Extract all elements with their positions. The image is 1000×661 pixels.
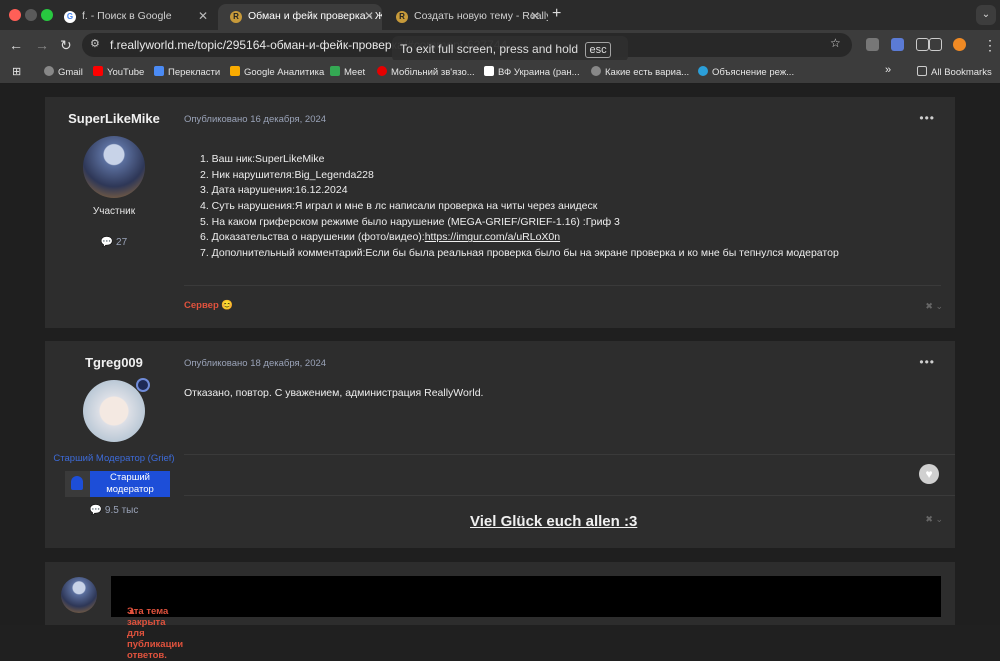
bookmark-vf[interactable]: ВФ Украина (ран...: [484, 66, 580, 78]
comment-icon: 💬: [100, 237, 114, 248]
smile-icon: 😊: [221, 300, 234, 311]
divider: [184, 285, 941, 286]
bookmark-translate[interactable]: Перекласти: [154, 66, 220, 78]
tab-title: Создать новую тему - Really: [414, 10, 548, 22]
divider: [184, 454, 955, 455]
member-rank[interactable]: Старший Модератор (Grief): [45, 452, 183, 465]
profile-avatar[interactable]: [953, 38, 966, 51]
badge-label: Старший модератор: [90, 471, 170, 497]
tab-create-topic[interactable]: R Создать новую тему - Really ✕: [384, 4, 548, 30]
moderator-badge-icon: [136, 378, 150, 392]
reallyworld-icon: R: [230, 11, 242, 23]
report-line: 2. Ник нарушителя:Big_Legenda228: [200, 168, 374, 181]
all-bookmarks[interactable]: All Bookmarks: [917, 66, 992, 78]
report-line: 5. На каком гриферском режиме было наруш…: [200, 215, 620, 228]
bookmark-analytics[interactable]: Google Аналитика: [230, 66, 324, 78]
author-name[interactable]: SuperLikeMike: [45, 111, 183, 126]
bookmark-variants[interactable]: Какие есть вариа...: [591, 66, 689, 78]
reload-icon[interactable]: ↻: [60, 37, 72, 53]
forum-post: SuperLikeMike Участник 💬 27 Опубликовано…: [45, 97, 955, 328]
menu-icon[interactable]: ⋮: [983, 37, 997, 53]
minimize-window-button[interactable]: [25, 9, 37, 21]
post-author: Tgreg009 Старший Модератор (Grief) Старш…: [45, 341, 183, 516]
post-count: 💬 9.5 тыс: [89, 505, 139, 516]
new-tab-button[interactable]: +: [552, 5, 561, 23]
edge-icon: [698, 66, 708, 76]
forum-post: Tgreg009 Старший Модератор (Grief) Старш…: [45, 341, 955, 548]
post-date[interactable]: Опубликовано 16 декабря, 2024: [184, 114, 326, 125]
translate-icon: [154, 66, 164, 76]
closed-notice: ▲ Эта тема закрыта для публикации ответо…: [111, 576, 941, 661]
avatar[interactable]: [83, 136, 145, 198]
fullscreen-tip-text: To exit full screen, press and hold: [400, 42, 579, 56]
close-window-button[interactable]: [9, 9, 21, 21]
report-post-icon[interactable]: ✖ ⌄: [925, 514, 943, 525]
reallyworld-icon: R: [396, 11, 408, 23]
bookmark-star-icon[interactable]: ☆: [830, 36, 841, 50]
author-name[interactable]: Tgreg009: [45, 355, 183, 370]
tab-bar: G f. - Поиск в Google ✕ R Обман и фейк п…: [0, 0, 1000, 30]
google-icon: G: [64, 11, 76, 23]
apps-icon[interactable]: ⊞: [12, 65, 21, 78]
comment-icon: 💬: [89, 505, 103, 516]
extension-icon[interactable]: [866, 38, 879, 51]
tab-title: Обман и фейк проверка - Ж: [248, 10, 382, 22]
reply-text: Отказано, повтор. С уважением, администр…: [184, 387, 484, 399]
bookmark-youtube[interactable]: YouTube: [93, 66, 144, 78]
report-line: 1. Ваш ник:SuperLikeMike: [200, 153, 325, 165]
post-author: SuperLikeMike Участник 💬 27: [45, 97, 183, 248]
wikipedia-icon: [484, 66, 494, 76]
report-line: 4. Суть нарушения:Я играл и мне в лс нап…: [200, 200, 598, 213]
globe-icon: [44, 66, 54, 76]
bookmarks-bar: ⊞ Gmail YouTube Перекласти Google Аналит…: [0, 60, 1000, 84]
group-badge: Старший модератор: [65, 471, 170, 497]
back-icon[interactable]: ←: [9, 37, 23, 53]
bookmark-mobile[interactable]: Мобільний зв'язо...: [377, 66, 475, 78]
bookmark-meet[interactable]: Meet: [330, 66, 365, 78]
divider: [184, 495, 955, 496]
sidebar-icon[interactable]: [929, 38, 942, 51]
folder-icon: [917, 66, 927, 76]
avatar-wrap: [83, 378, 150, 442]
signature: Viel Glück euch allen :3: [470, 513, 638, 530]
report-line: 7. Дополнительный комментарий:Если бы бы…: [200, 247, 839, 260]
avatar[interactable]: [83, 380, 145, 442]
report-list: 1. Ваш ник:SuperLikeMike 2. Ник нарушите…: [200, 153, 839, 263]
tab-title: f. - Поиск в Google: [82, 10, 172, 22]
more-options-icon[interactable]: •••: [919, 111, 935, 125]
report-post-icon[interactable]: ✖ ⌄: [925, 301, 943, 312]
extensions-puzzle-icon[interactable]: [916, 38, 929, 51]
bookmark-gmail[interactable]: Gmail: [44, 66, 83, 78]
more-options-icon[interactable]: •••: [919, 355, 935, 369]
esc-key: esc: [585, 42, 611, 58]
post-count: 💬 27: [100, 237, 128, 248]
tab-fake-check[interactable]: R Обман и фейк проверка - Ж ✕: [218, 4, 382, 30]
avatar[interactable]: [61, 577, 97, 613]
report-line: 3. Дата нарушения:16.12.2024: [200, 184, 348, 197]
vodafone-icon: [377, 66, 387, 76]
close-tab-icon[interactable]: ✕: [364, 9, 374, 23]
tab-search-icon[interactable]: ⌄: [976, 5, 996, 25]
site-info-icon[interactable]: ⚙: [90, 37, 100, 50]
analytics-icon: [230, 66, 240, 76]
fullscreen-tip: To exit full screen, press and hold esc: [392, 36, 628, 62]
forward-icon[interactable]: →: [35, 37, 49, 53]
member-rank: Участник: [92, 206, 136, 217]
youtube-icon: [93, 66, 103, 76]
bookmark-explain[interactable]: Объяснение реж...: [698, 66, 794, 78]
forum-page: SuperLikeMike Участник 💬 27 Опубликовано…: [0, 84, 1000, 661]
globe-icon: [591, 66, 601, 76]
server-label: Сервер 😊: [184, 300, 234, 311]
report-line: 6. Доказательства о нарушении (фото/виде…: [200, 231, 561, 244]
meet-icon: [330, 66, 340, 76]
post-date[interactable]: Опубликовано 18 декабря, 2024: [184, 358, 326, 369]
extension-icon[interactable]: [891, 38, 904, 51]
more-bookmarks-icon[interactable]: »: [885, 64, 891, 76]
tab-google-search[interactable]: G f. - Поиск в Google ✕: [52, 4, 216, 30]
user-icon: [65, 471, 90, 497]
close-tab-icon[interactable]: ✕: [530, 9, 540, 23]
proof-link[interactable]: https://imgur.com/a/uRLoX0n: [425, 231, 560, 243]
close-tab-icon[interactable]: ✕: [198, 9, 208, 23]
like-heart-icon[interactable]: ♥: [919, 464, 939, 484]
